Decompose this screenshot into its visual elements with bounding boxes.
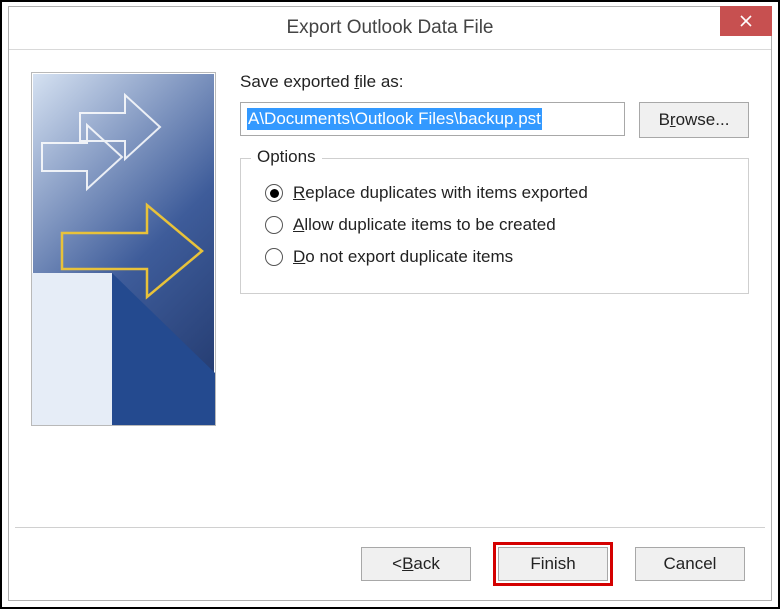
finish-button[interactable]: Finish (498, 547, 608, 581)
back-post: ack (413, 554, 439, 574)
export-dialog: Export Outlook Data File (8, 6, 772, 601)
radio-icon (265, 248, 283, 266)
cancel-label: Cancel (664, 554, 717, 574)
options-title: Options (251, 147, 322, 167)
browse-pre: B (659, 110, 670, 130)
content-row: Save exported file as: A\Documents\Outlo… (31, 72, 749, 426)
save-as-label: Save exported file as: (240, 72, 749, 92)
finish-label: Finish (530, 554, 575, 574)
file-path-value: A\Documents\Outlook Files\backup.pst (247, 108, 542, 130)
radio-allow-duplicates[interactable]: Allow duplicate items to be created (265, 215, 732, 235)
close-icon (739, 14, 753, 28)
back-mn: B (402, 554, 413, 574)
dialog-body: Save exported file as: A\Documents\Outlo… (9, 50, 771, 527)
save-as-label-pre: Save exported (240, 72, 354, 91)
radio-icon (265, 216, 283, 234)
file-row: A\Documents\Outlook Files\backup.pst Bro… (240, 102, 749, 138)
radio-replace-duplicates[interactable]: Replace duplicates with items exported (265, 183, 732, 203)
main-column: Save exported file as: A\Documents\Outlo… (240, 72, 749, 294)
titlebar: Export Outlook Data File (9, 7, 771, 50)
radio-label: Allow duplicate items to be created (293, 215, 556, 235)
options-groupbox: Options Replace duplicates with items ex… (240, 158, 749, 294)
save-as-label-post: ile as: (359, 72, 403, 91)
outer-frame: Export Outlook Data File (0, 0, 780, 609)
radio-label: Replace duplicates with items exported (293, 183, 588, 203)
radio-do-not-export-duplicates[interactable]: Do not export duplicate items (265, 247, 732, 267)
radio-label: Do not export duplicate items (293, 247, 513, 267)
back-arrow-label: < (392, 554, 402, 574)
dialog-title: Export Outlook Data File (9, 17, 771, 39)
finish-highlight: Finish (493, 542, 613, 586)
dialog-footer: < Back Finish Cancel (9, 528, 771, 600)
cancel-button[interactable]: Cancel (635, 547, 745, 581)
wizard-graphic (31, 72, 216, 426)
radio-icon (265, 184, 283, 202)
back-button[interactable]: < Back (361, 547, 471, 581)
browse-post: owse... (676, 110, 730, 130)
file-path-input[interactable]: A\Documents\Outlook Files\backup.pst (240, 102, 625, 136)
browse-button[interactable]: Browse... (639, 102, 749, 138)
close-button[interactable] (720, 6, 772, 36)
